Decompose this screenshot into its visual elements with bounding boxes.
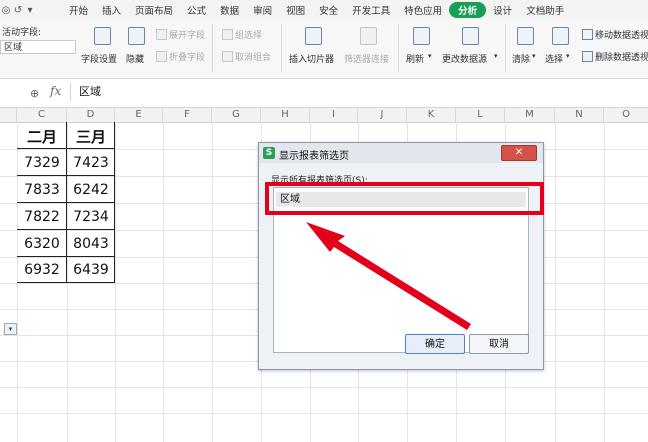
arrow-shape bbox=[306, 222, 471, 330]
annotation-arrow-icon bbox=[306, 222, 471, 330]
